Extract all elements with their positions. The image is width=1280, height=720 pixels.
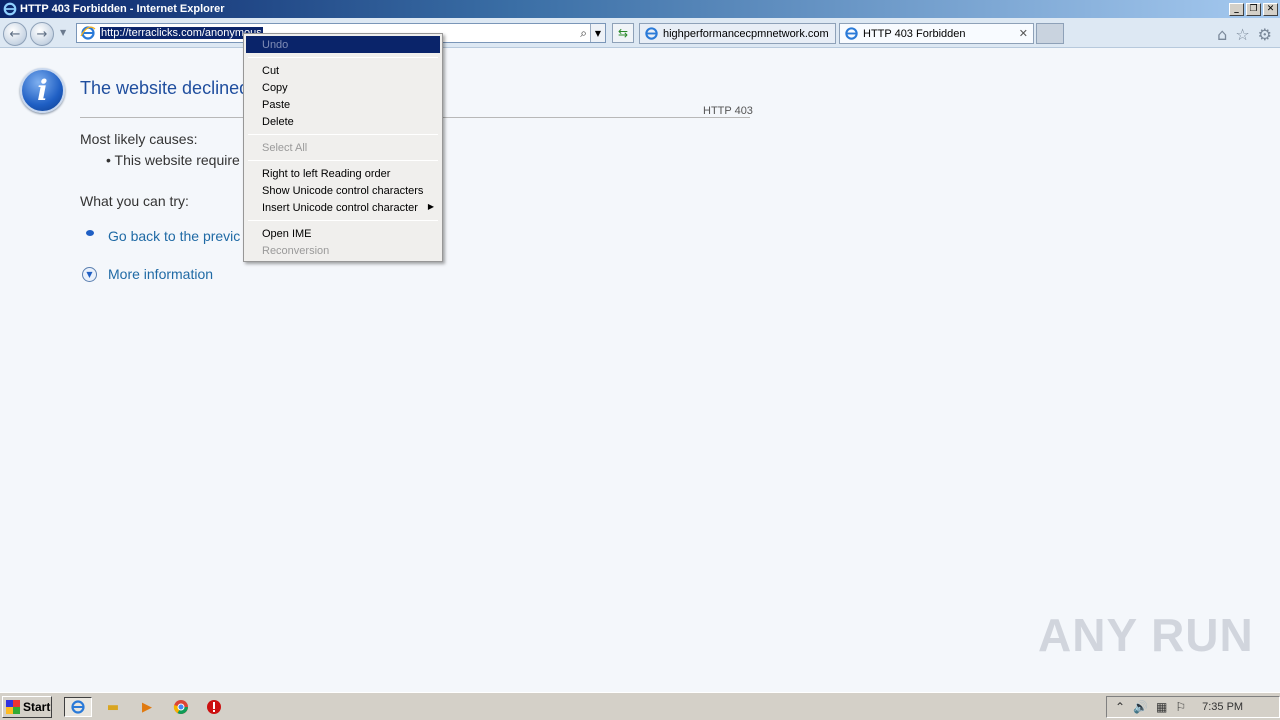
menu-separator bbox=[248, 220, 438, 221]
start-button[interactable]: Start bbox=[2, 696, 52, 718]
windows-logo-icon bbox=[6, 700, 20, 714]
toolbar-icons: ⌂ ☆ ⚙ bbox=[1217, 25, 1272, 44]
address-url-text[interactable]: http://terraclicks.com/anonymous bbox=[100, 27, 263, 39]
favorites-star-icon[interactable]: ☆ bbox=[1235, 25, 1249, 44]
try-label: What you can try: bbox=[80, 193, 189, 209]
taskbar-chrome-button[interactable] bbox=[170, 697, 192, 717]
forward-arrow-icon: → bbox=[36, 26, 48, 42]
http-status-code: HTTP 403 bbox=[703, 105, 753, 117]
menu-item-copy[interactable]: Copy bbox=[246, 79, 440, 96]
menu-item-rtl-reading-order[interactable]: Right to left Reading order bbox=[246, 165, 440, 182]
volume-icon[interactable]: 🔊 bbox=[1133, 700, 1148, 714]
system-tray: ⌃ 🔊 ▦ ⚐ 7:35 PM bbox=[1106, 696, 1280, 718]
window-title: HTTP 403 Forbidden - Internet Explorer bbox=[20, 3, 225, 15]
context-menu: Undo Cut Copy Paste Delete Select All Ri… bbox=[243, 33, 443, 262]
taskbar-ie-button[interactable] bbox=[64, 697, 92, 717]
back-button[interactable]: ← bbox=[3, 22, 27, 46]
gear-icon[interactable]: ⚙ bbox=[1258, 25, 1272, 44]
menu-item-delete[interactable]: Delete bbox=[246, 113, 440, 130]
submenu-arrow-icon: ▶ bbox=[427, 202, 434, 211]
tab-http-403[interactable]: HTTP 403 Forbidden ✕ bbox=[839, 23, 1034, 44]
chrome-icon bbox=[173, 700, 188, 714]
menu-separator bbox=[248, 160, 438, 161]
refresh-icon: ⇆ bbox=[617, 26, 629, 40]
tab-label: highperformancecpmnetwork.com bbox=[663, 27, 829, 40]
more-information-link[interactable]: More information bbox=[108, 266, 213, 282]
menu-separator bbox=[248, 57, 438, 58]
info-glyph: i bbox=[37, 74, 48, 107]
ie-tab-icon bbox=[645, 27, 658, 40]
tray-expand-icon[interactable]: ⌃ bbox=[1115, 700, 1125, 714]
tab-highperformancecpmnetwork[interactable]: highperformancecpmnetwork.com bbox=[639, 23, 836, 44]
ie-taskbar-icon bbox=[71, 700, 85, 714]
anyrun-watermark: ANY RUN bbox=[1038, 609, 1254, 661]
tab-label: HTTP 403 Forbidden bbox=[863, 27, 966, 40]
clock[interactable]: 7:35 PM bbox=[1202, 701, 1243, 713]
menu-item-show-unicode[interactable]: Show Unicode control characters bbox=[246, 182, 440, 199]
menu-item-paste[interactable]: Paste bbox=[246, 96, 440, 113]
taskbar: Start ▬ ▶ ⌃ 🔊 ▦ ⚐ 7:35 PM bbox=[0, 692, 1280, 720]
stop-icon bbox=[207, 700, 221, 714]
address-dropdown-button[interactable]: ▼ bbox=[590, 24, 605, 42]
menu-item-label: Insert Unicode control character bbox=[262, 201, 418, 214]
menu-item-cut[interactable]: Cut bbox=[246, 62, 440, 79]
refresh-button[interactable]: ⇆ bbox=[612, 23, 634, 43]
taskbar-media-player-button[interactable]: ▶ bbox=[136, 697, 158, 717]
start-label: Start bbox=[23, 700, 51, 714]
media-player-icon: ▶ bbox=[142, 699, 152, 715]
ie-tab-icon bbox=[845, 27, 858, 40]
ie-page-icon bbox=[80, 26, 96, 40]
navigation-bar: ← → ▼ http://terraclicks.com/anonymous ⌕… bbox=[0, 18, 1280, 48]
cause-list-item: • This website require bbox=[106, 152, 240, 168]
title-bar: HTTP 403 Forbidden - Internet Explorer _… bbox=[0, 0, 1280, 18]
info-icon: i bbox=[20, 68, 65, 113]
action-center-flag-icon[interactable]: ⚐ bbox=[1175, 700, 1186, 714]
bullet-icon bbox=[86, 230, 94, 236]
menu-item-insert-unicode[interactable]: Insert Unicode control character ▶ bbox=[246, 199, 440, 216]
taskbar-app-button[interactable] bbox=[203, 697, 225, 717]
window-controls: _ ❐ ✕ bbox=[1229, 2, 1278, 16]
close-window-button[interactable]: ✕ bbox=[1263, 2, 1278, 16]
go-back-link[interactable]: Go back to the previc bbox=[108, 228, 240, 244]
expand-chevron-icon[interactable]: ▼ bbox=[82, 267, 97, 282]
page-heading: The website declined bbox=[80, 78, 250, 98]
search-icon[interactable]: ⌕ bbox=[580, 26, 587, 41]
menu-item-undo: Undo bbox=[246, 36, 440, 53]
menu-item-select-all: Select All bbox=[262, 141, 308, 154]
folder-icon: ▬ bbox=[106, 699, 120, 715]
back-arrow-icon: ← bbox=[9, 26, 21, 42]
restore-button[interactable]: ❐ bbox=[1246, 2, 1261, 16]
new-tab-button[interactable] bbox=[1036, 23, 1064, 44]
ie-logo-icon bbox=[3, 2, 17, 16]
menu-item-reconversion: Reconversion bbox=[262, 244, 330, 257]
chevron-down-icon: ▼ bbox=[86, 270, 93, 279]
menu-item-open-ime[interactable]: Open IME bbox=[246, 225, 440, 242]
taskbar-explorer-button[interactable]: ▬ bbox=[102, 697, 124, 717]
forward-button[interactable]: → bbox=[30, 22, 54, 46]
close-tab-icon[interactable]: ✕ bbox=[1019, 27, 1028, 40]
recent-pages-dropdown[interactable]: ▼ bbox=[60, 28, 66, 37]
minimize-button[interactable]: _ bbox=[1229, 2, 1244, 16]
causes-label: Most likely causes: bbox=[80, 131, 198, 147]
menu-separator bbox=[248, 134, 438, 135]
home-icon[interactable]: ⌂ bbox=[1217, 25, 1227, 44]
page-content: i The website declined HTTP 403 Most lik… bbox=[0, 48, 1280, 692]
network-icon[interactable]: ▦ bbox=[1156, 700, 1167, 714]
